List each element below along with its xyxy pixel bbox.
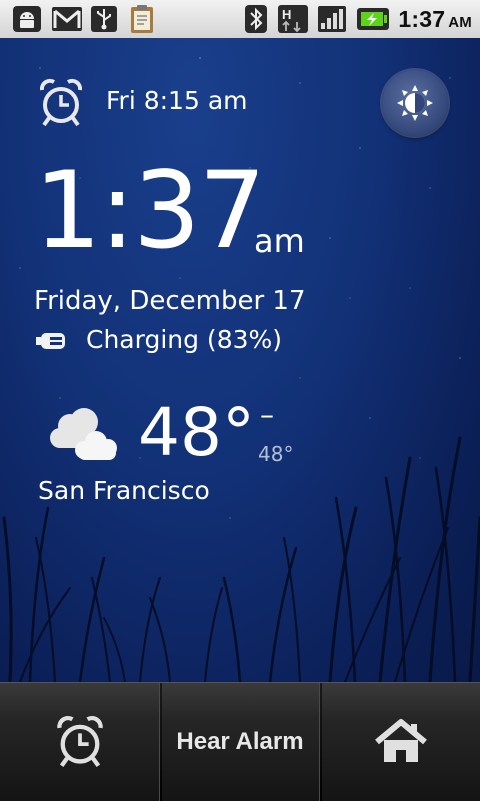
clipboard-icon: [126, 4, 158, 34]
charging-icon: [36, 332, 68, 350]
temperature-low: 48°: [258, 442, 294, 466]
home-button[interactable]: [321, 683, 480, 801]
brightness-button[interactable]: [382, 70, 448, 136]
current-temperature: 48°: [138, 394, 255, 471]
status-bar: H 1:37 AM: [0, 0, 480, 39]
alarm-clock-icon: [57, 715, 103, 768]
clock-time: 1:37: [34, 149, 266, 272]
next-alarm-label: Fri 8:15 am: [106, 86, 248, 115]
charging-status: Charging (83%): [86, 325, 283, 354]
temperature-high: –: [260, 398, 274, 431]
hear-alarm-label: Hear Alarm: [176, 728, 304, 755]
svg-text:H: H: [282, 7, 291, 22]
gmail-icon: [50, 4, 84, 34]
bottom-bar: Hear Alarm: [0, 682, 480, 801]
city-label: San Francisco: [38, 476, 210, 505]
home-icon: [374, 719, 427, 762]
signal-icon: [316, 4, 348, 34]
alarms-button[interactable]: [0, 683, 160, 801]
brightness-icon: [397, 85, 433, 121]
bluetooth-icon: [242, 4, 270, 34]
alarm-clock-icon: [38, 78, 84, 128]
partly-cloudy-icon: [48, 404, 120, 464]
battery-charging-icon: [356, 4, 390, 34]
date-label: Friday, December 17: [34, 286, 306, 316]
hear-alarm-button[interactable]: Hear Alarm: [161, 683, 319, 801]
hspa-data-icon: H: [276, 4, 310, 34]
android-debug-icon: [10, 4, 44, 34]
clock-ampm: am: [254, 222, 305, 260]
status-time: 1:37 AM: [398, 6, 472, 32]
usb-icon: [88, 4, 120, 34]
